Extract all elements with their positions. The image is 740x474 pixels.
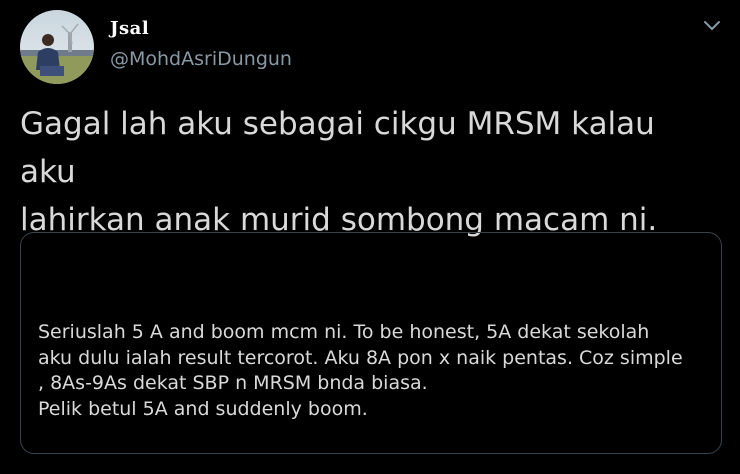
tweet-text: Gagal lah aku sebagai cikgu MRSM kalau a… <box>20 106 658 238</box>
profile-photo-icon <box>20 10 94 84</box>
quoted-card-line: Pelik betul 5A and suddenly boom. <box>38 397 368 420</box>
user-handle[interactable]: @MohdAsriDungun <box>110 48 292 70</box>
chevron-down-icon[interactable] <box>702 18 722 34</box>
quoted-card-line: aku dulu ialah result tercorot. Aku 8A p… <box>38 346 683 369</box>
quoted-card-text: Seriuslah 5 A and boom mcm ni. To be hon… <box>38 320 718 422</box>
quoted-card-line: , 8As-9As dekat SBP n MRSM bnda biasa. <box>38 372 428 394</box>
display-name[interactable]: Jsal <box>110 18 149 39</box>
avatar[interactable] <box>20 10 94 84</box>
quoted-card[interactable]: Seriuslah 5 A and boom mcm ni. To be hon… <box>20 232 722 454</box>
quoted-card-line: Seriuslah 5 A and boom mcm ni. To be hon… <box>38 321 650 343</box>
tweet: Jsal @MohdAsriDungun Gagal lah aku sebag… <box>0 0 740 474</box>
